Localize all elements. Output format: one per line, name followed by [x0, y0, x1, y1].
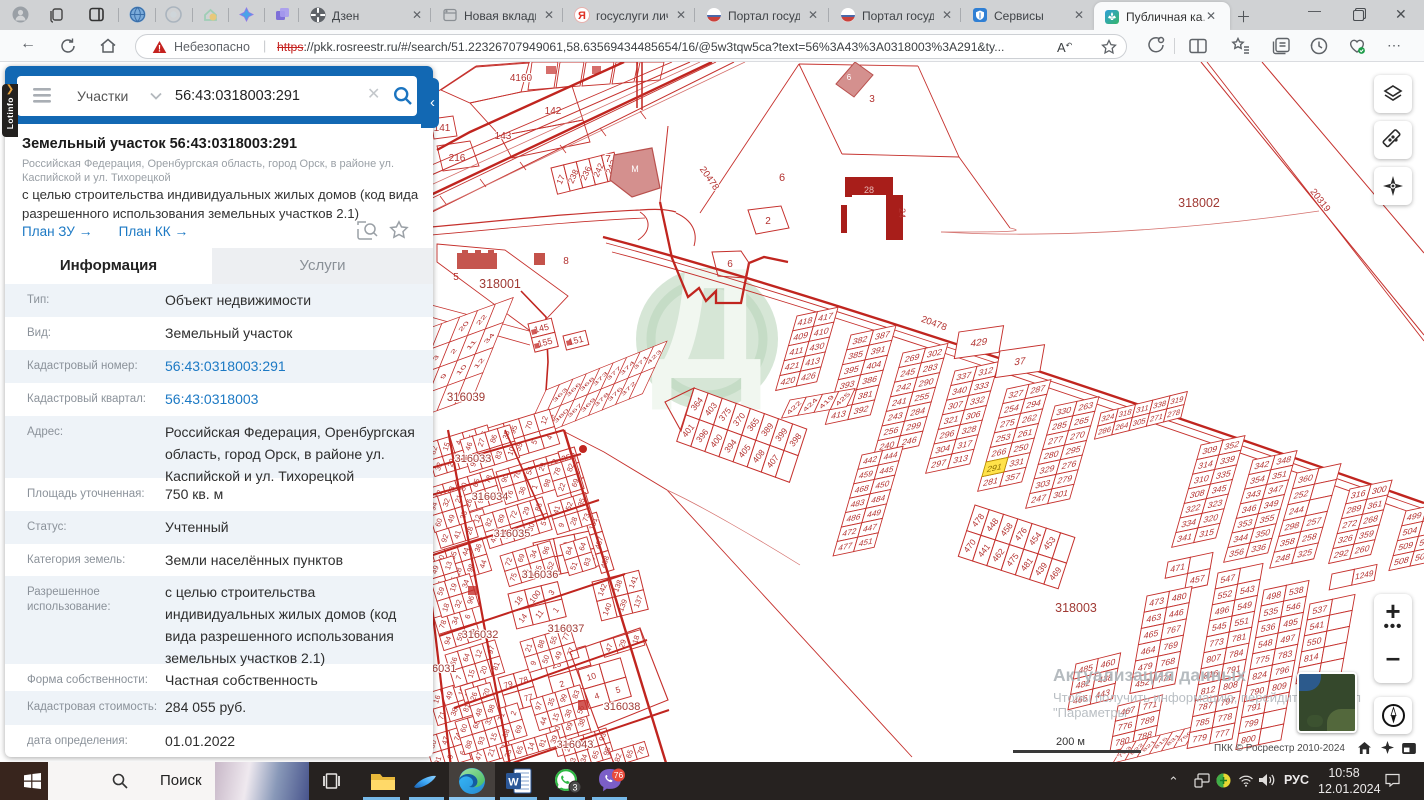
svg-text:316035: 316035: [494, 528, 531, 540]
svg-text:W: W: [508, 777, 519, 789]
svg-text:216: 216: [449, 153, 466, 164]
svg-text:3: 3: [572, 783, 577, 793]
svg-text:316034: 316034: [472, 491, 509, 503]
svg-text:316039: 316039: [447, 392, 485, 404]
svg-text:318003: 318003: [1055, 601, 1097, 615]
svg-text:М: М: [631, 164, 639, 174]
svg-text:6: 6: [847, 73, 852, 82]
svg-text:76: 76: [614, 770, 624, 780]
svg-text:24: 24: [897, 208, 907, 218]
svg-text:Я: Я: [578, 10, 586, 22]
svg-text:4160: 4160: [510, 73, 533, 84]
svg-text:316033: 316033: [455, 453, 492, 465]
svg-text:Д: Д: [651, 236, 764, 412]
svg-text:8: 8: [563, 256, 569, 267]
svg-text:!: !: [158, 43, 161, 53]
svg-text:318002: 318002: [1178, 196, 1220, 210]
svg-text:6: 6: [727, 259, 733, 270]
svg-text:318001: 318001: [479, 277, 521, 291]
svg-text:2: 2: [765, 216, 771, 227]
svg-text:20478: 20478: [697, 165, 721, 193]
svg-text:3: 3: [869, 94, 875, 105]
svg-text:6031: 6031: [432, 663, 456, 675]
svg-text:7: 7: [605, 154, 611, 165]
svg-text:316036: 316036: [522, 569, 559, 581]
svg-text:316043: 316043: [557, 739, 594, 751]
svg-text:6: 6: [779, 172, 785, 184]
svg-text:20319: 20319: [1308, 187, 1333, 215]
svg-text:28: 28: [864, 185, 874, 195]
svg-text:316032: 316032: [462, 629, 499, 641]
svg-text:316038: 316038: [604, 701, 641, 713]
svg-text:20478: 20478: [920, 314, 949, 333]
svg-text:316037: 316037: [548, 623, 585, 635]
